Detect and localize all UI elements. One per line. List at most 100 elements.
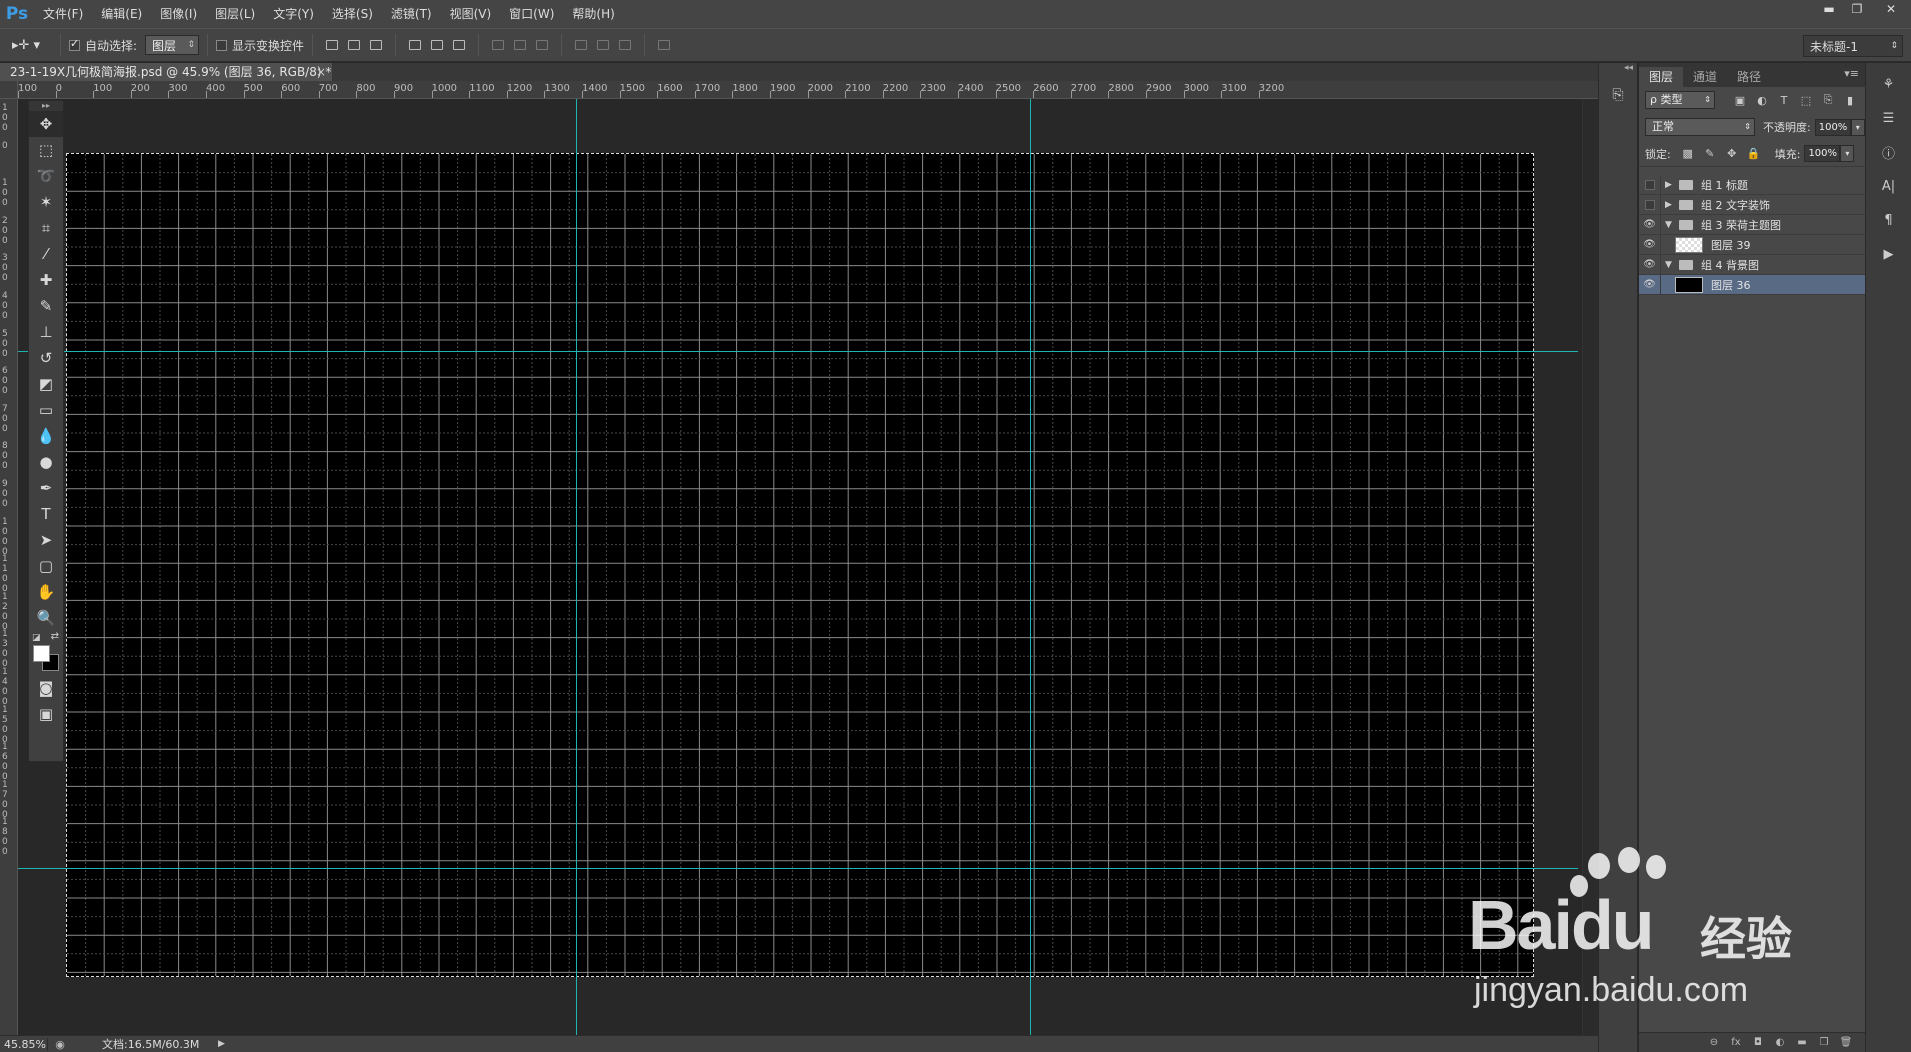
- default-colors-icon[interactable]: ◪: [32, 633, 41, 643]
- gradient-tool-icon[interactable]: ▭: [29, 397, 63, 423]
- layer-group-row[interactable]: ▶ 组 2 文字装饰: [1639, 194, 1865, 215]
- actions-panel-icon[interactable]: ▶: [1874, 241, 1904, 267]
- fill-field[interactable]: 100%: [1804, 145, 1841, 162]
- document-profile-icon[interactable]: ◉: [52, 1038, 68, 1051]
- eraser-tool-icon[interactable]: ◩: [29, 371, 63, 397]
- info-panel-icon[interactable]: ⓘ: [1874, 139, 1904, 165]
- opacity-slider-toggle-icon[interactable]: ▾: [1850, 118, 1865, 136]
- minimize-button[interactable]: ▬: [1815, 0, 1843, 18]
- clone-stamp-tool-icon[interactable]: ⊥: [29, 319, 63, 345]
- new-layer-icon[interactable]: ❐: [1813, 1037, 1835, 1048]
- adjustment-icon[interactable]: ◐: [1769, 1037, 1791, 1048]
- checkbox-checked-icon[interactable]: [69, 37, 80, 51]
- auto-select-checkbox[interactable]: 自动选择:: [69, 37, 137, 54]
- distribute-vcenter-icon[interactable]: [511, 36, 529, 54]
- close-tab-icon[interactable]: ×: [316, 63, 326, 81]
- lock-transparency-icon[interactable]: ▩: [1677, 147, 1699, 160]
- menu-item[interactable]: 帮助(H): [563, 0, 623, 28]
- tab-paths[interactable]: 路径: [1727, 67, 1771, 87]
- move-tool-icon[interactable]: ✥: [29, 111, 63, 137]
- collapse-dock-icon[interactable]: ◂◂: [1599, 63, 1637, 75]
- visibility-off-icon[interactable]: [1639, 194, 1661, 215]
- menu-item[interactable]: 图层(L): [206, 0, 264, 28]
- brush-tool-icon[interactable]: ✎: [29, 293, 63, 319]
- auto-align-icon[interactable]: [655, 36, 673, 54]
- filter-pixel-icon[interactable]: ▣: [1729, 94, 1751, 107]
- menu-item[interactable]: 选择(S): [323, 0, 382, 28]
- screen-mode-icon[interactable]: ▣: [29, 701, 63, 727]
- menu-item[interactable]: 窗口(W): [500, 0, 563, 28]
- guide-vertical[interactable]: [576, 99, 577, 1035]
- restore-button[interactable]: ❐: [1843, 0, 1871, 18]
- zoom-tool-icon[interactable]: 🔍: [29, 605, 63, 631]
- character-panel-icon[interactable]: A|: [1874, 173, 1904, 199]
- workspace-switcher[interactable]: 未标题-1: [1803, 35, 1903, 57]
- visibility-eye-icon[interactable]: 👁: [1639, 254, 1661, 275]
- vertical-ruler[interactable]: 100 0 100 200 300 400 500 600 700 800 900 1000 1100 1…: [0, 99, 18, 1035]
- lock-position-icon[interactable]: ✥: [1721, 147, 1743, 160]
- align-top-icon[interactable]: [323, 36, 341, 54]
- guide-horizontal[interactable]: [18, 868, 1578, 869]
- expanded-arrow-icon[interactable]: ▼: [1665, 260, 1677, 270]
- collapsed-arrow-icon[interactable]: ▶: [1665, 180, 1677, 190]
- status-menu-arrow-icon[interactable]: ▶: [218, 1039, 225, 1049]
- guide-vertical[interactable]: [1030, 99, 1031, 1035]
- visibility-off-icon[interactable]: [1639, 174, 1661, 195]
- layer-filter-dropdown[interactable]: ρ 类型: [1645, 91, 1715, 109]
- horizontal-ruler[interactable]: 100 0 100 200 300 400 500 600 700 800 900 1000 1100 1…: [18, 81, 1598, 99]
- menu-item[interactable]: 图像(I): [151, 0, 206, 28]
- link-icon[interactable]: ⊖: [1703, 1037, 1725, 1048]
- brush-panel-icon[interactable]: ⚘: [1874, 71, 1904, 97]
- layer-group-row[interactable]: 👁 ▼ 组 3 荣荷主题图: [1639, 214, 1865, 235]
- dodge-tool-icon[interactable]: ●: [29, 449, 63, 475]
- marquee-tool-icon[interactable]: ⬚: [29, 137, 63, 163]
- document-tab[interactable]: 23-1-19X几何极简海报.psd @ 45.9% (图层 36, RGB/8…: [0, 63, 332, 81]
- hand-tool-icon[interactable]: ✋: [29, 579, 63, 605]
- menu-item[interactable]: 滤镜(T): [382, 0, 441, 28]
- paragraph-panel-icon[interactable]: ¶: [1874, 207, 1904, 233]
- distribute-hcenter-icon[interactable]: [594, 36, 612, 54]
- type-tool-icon[interactable]: T: [29, 501, 63, 527]
- visibility-eye-icon[interactable]: 👁: [1639, 214, 1661, 235]
- fill-slider-toggle-icon[interactable]: ▾: [1840, 145, 1855, 162]
- distribute-top-icon[interactable]: [489, 36, 507, 54]
- opacity-field[interactable]: 100%: [1814, 118, 1851, 136]
- align-vcenter-icon[interactable]: [345, 36, 363, 54]
- zoom-level-field[interactable]: 45.85%: [0, 1037, 48, 1051]
- auto-select-target-dropdown[interactable]: 图层: [145, 35, 200, 55]
- lock-all-icon[interactable]: 🔒: [1743, 147, 1765, 160]
- tool-preset-picker[interactable]: ▸✛ ▾: [12, 33, 52, 57]
- menu-item[interactable]: 编辑(E): [92, 0, 151, 28]
- menu-item[interactable]: 视图(V): [441, 0, 501, 28]
- document-canvas[interactable]: [66, 153, 1534, 977]
- layer-row[interactable]: 👁 图层 36: [1639, 274, 1865, 295]
- swap-colors-icon[interactable]: ⇄: [51, 631, 59, 642]
- visibility-eye-icon[interactable]: 👁: [1639, 234, 1661, 255]
- layer-group-row[interactable]: ▶ 组 1 标题: [1639, 174, 1865, 195]
- group-icon[interactable]: ▬: [1791, 1037, 1813, 1048]
- visibility-eye-icon[interactable]: 👁: [1639, 274, 1661, 295]
- shape-tool-icon[interactable]: ▢: [29, 553, 63, 579]
- distribute-right-icon[interactable]: [616, 36, 634, 54]
- toolbox-grip[interactable]: ▸▸: [29, 101, 63, 111]
- filter-smart-object-icon[interactable]: ⎘: [1817, 93, 1839, 107]
- collapsed-arrow-icon[interactable]: ▶: [1665, 200, 1677, 210]
- distribute-left-icon[interactable]: [572, 36, 590, 54]
- history-brush-tool-icon[interactable]: ↺: [29, 345, 63, 371]
- quick-mask-icon[interactable]: ◙: [29, 675, 63, 701]
- filter-type-icon[interactable]: T: [1773, 94, 1795, 107]
- filter-toggle-icon[interactable]: ▮: [1839, 94, 1861, 107]
- tab-layers[interactable]: 图层: [1639, 67, 1684, 87]
- ruler-origin[interactable]: [0, 81, 18, 99]
- tab-channels[interactable]: 通道: [1683, 67, 1727, 87]
- lock-pixels-icon[interactable]: ✎: [1699, 147, 1721, 160]
- layer-row[interactable]: 👁 图层 39: [1639, 234, 1865, 255]
- align-left-icon[interactable]: [406, 36, 424, 54]
- fx-icon[interactable]: fx: [1725, 1037, 1747, 1048]
- eyedropper-tool-icon[interactable]: ⁄: [29, 241, 63, 267]
- expanded-arrow-icon[interactable]: ▼: [1665, 220, 1677, 230]
- filter-adjustment-icon[interactable]: ◐: [1751, 94, 1773, 107]
- distribute-bottom-icon[interactable]: [533, 36, 551, 54]
- trash-icon[interactable]: 🗑: [1835, 1037, 1857, 1048]
- healing-brush-tool-icon[interactable]: ✚: [29, 267, 63, 293]
